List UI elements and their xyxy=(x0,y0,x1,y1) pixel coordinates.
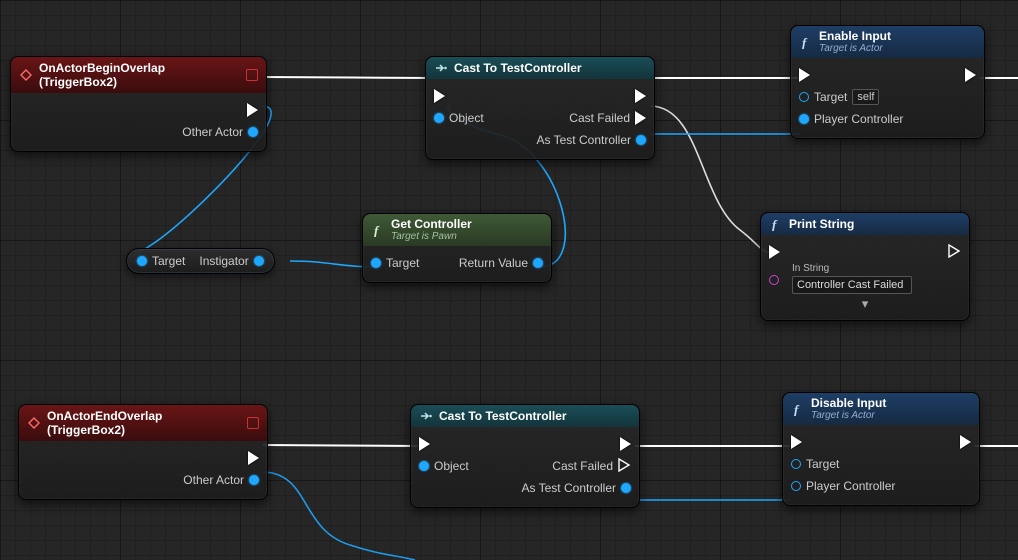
pin-playercontroller-in[interactable] xyxy=(799,114,809,124)
exec-in-pin[interactable] xyxy=(434,89,445,103)
pin-object-in[interactable] xyxy=(434,113,444,123)
node-disable-input[interactable]: f Disable Input Target is Actor Target P… xyxy=(782,392,980,506)
pin-label-instigator: Instigator xyxy=(199,254,248,268)
pin-target-in[interactable] xyxy=(791,459,801,469)
pin-label-astc: As Test Controller xyxy=(522,481,616,495)
event-icon xyxy=(19,68,33,82)
delegate-pin-icon[interactable] xyxy=(247,417,259,429)
node-header: f Disable Input Target is Actor xyxy=(783,393,979,425)
exec-castfailed-pin-hollow[interactable] xyxy=(618,458,631,475)
node-cast-testcontroller-1[interactable]: Cast To TestController Object Cast Faile… xyxy=(425,56,655,160)
expand-arrow-icon[interactable]: ▾ xyxy=(761,294,969,312)
node-subtitle: Target is Pawn xyxy=(391,231,472,242)
pin-label-instring: In String xyxy=(792,263,912,274)
pin-astc-out[interactable] xyxy=(636,135,646,145)
node-onactorbeginoverlap[interactable]: OnActorBeginOverlap (TriggerBox2) Other … xyxy=(10,56,267,152)
pin-label-otheractor: Other Actor xyxy=(182,125,243,139)
pin-label-pc: Player Controller xyxy=(806,479,895,493)
node-subtitle: Target is Actor xyxy=(819,43,891,54)
node-cast-testcontroller-2[interactable]: Cast To TestController Object Cast Faile… xyxy=(410,404,640,508)
node-title: Disable Input xyxy=(811,397,886,410)
node-header: f Enable Input Target is Actor xyxy=(791,26,984,58)
node-title: Print String xyxy=(789,217,854,231)
cast-icon xyxy=(419,409,433,423)
svg-text:f: f xyxy=(772,217,778,231)
node-header: f Get Controller Target is Pawn xyxy=(363,214,551,246)
svg-text:f: f xyxy=(794,402,800,416)
exec-in-pin[interactable] xyxy=(419,437,430,451)
pin-label-target: Target xyxy=(386,256,419,270)
pin-label-object: Object xyxy=(434,459,469,473)
pin-instring-in[interactable] xyxy=(769,275,779,285)
node-header: Cast To TestController xyxy=(411,405,639,427)
node-title: OnActorEndOverlap (TriggerBox2) xyxy=(47,409,241,437)
pin-label-object: Object xyxy=(449,111,484,125)
exec-out-pin[interactable] xyxy=(965,68,976,82)
delegate-pin-icon[interactable] xyxy=(246,69,258,81)
pin-otheractor-out[interactable] xyxy=(249,475,259,485)
node-print-string[interactable]: f Print String In String Controller Cast… xyxy=(760,212,970,321)
exec-out-pin-hollow[interactable] xyxy=(948,244,961,261)
pin-label-castfailed: Cast Failed xyxy=(569,111,630,125)
node-header: OnActorBeginOverlap (TriggerBox2) xyxy=(11,57,266,93)
svg-text:f: f xyxy=(802,35,808,49)
node-title: OnActorBeginOverlap (TriggerBox2) xyxy=(39,61,240,89)
exec-out-pin[interactable] xyxy=(248,451,259,465)
cast-icon xyxy=(434,61,448,75)
function-icon: f xyxy=(791,402,805,416)
exec-out-pin[interactable] xyxy=(247,103,258,117)
exec-castfailed-pin[interactable] xyxy=(635,111,646,125)
exec-in-pin[interactable] xyxy=(769,245,780,259)
node-title: Enable Input xyxy=(819,30,891,43)
svg-text:f: f xyxy=(374,223,380,237)
pin-label-target: Target xyxy=(806,457,839,471)
node-onactorendoverlap[interactable]: OnActorEndOverlap (TriggerBox2) Other Ac… xyxy=(18,404,268,500)
pin-label-target: Target xyxy=(814,90,847,104)
pin-playercontroller-in[interactable] xyxy=(791,481,801,491)
pin-label-otheractor: Other Actor xyxy=(183,473,244,487)
node-header: Cast To TestController xyxy=(426,57,654,79)
node-title: Cast To TestController xyxy=(454,61,582,75)
pin-self-value[interactable]: self xyxy=(852,89,879,105)
pin-returnvalue-out[interactable] xyxy=(533,258,543,268)
pin-label-pc: Player Controller xyxy=(814,112,903,126)
exec-out-pin[interactable] xyxy=(635,89,646,103)
function-icon: f xyxy=(371,223,385,237)
node-get-controller[interactable]: f Get Controller Target is Pawn Target R… xyxy=(362,213,552,283)
node-enable-input[interactable]: f Enable Input Target is Actor Target se… xyxy=(790,25,985,139)
exec-in-pin[interactable] xyxy=(799,68,810,82)
exec-out-pin[interactable] xyxy=(960,435,971,449)
node-subtitle: Target is Actor xyxy=(811,410,886,421)
pin-target-in[interactable] xyxy=(799,92,809,102)
node-header: OnActorEndOverlap (TriggerBox2) xyxy=(19,405,267,441)
function-icon: f xyxy=(799,35,813,49)
pin-label-target: Target xyxy=(152,254,185,268)
pin-object-in[interactable] xyxy=(419,461,429,471)
node-header: f Print String xyxy=(761,213,969,235)
exec-in-pin[interactable] xyxy=(791,435,802,449)
function-icon: f xyxy=(769,217,783,231)
event-icon xyxy=(27,416,41,430)
pin-target-in[interactable] xyxy=(371,258,381,268)
pin-label-returnvalue: Return Value xyxy=(459,256,528,270)
node-instigator[interactable]: Target Instigator xyxy=(126,248,275,274)
pin-target-in[interactable] xyxy=(137,256,147,266)
pin-label-castfailed: Cast Failed xyxy=(552,459,613,473)
pin-instigator-out[interactable] xyxy=(254,256,264,266)
exec-out-pin[interactable] xyxy=(620,437,631,451)
node-title: Get Controller xyxy=(391,218,472,231)
instring-value-input[interactable]: Controller Cast Failed xyxy=(792,276,912,294)
pin-otheractor-out[interactable] xyxy=(248,127,258,137)
pin-astc-out[interactable] xyxy=(621,483,631,493)
node-title: Cast To TestController xyxy=(439,409,567,423)
pin-label-astc: As Test Controller xyxy=(537,133,631,147)
